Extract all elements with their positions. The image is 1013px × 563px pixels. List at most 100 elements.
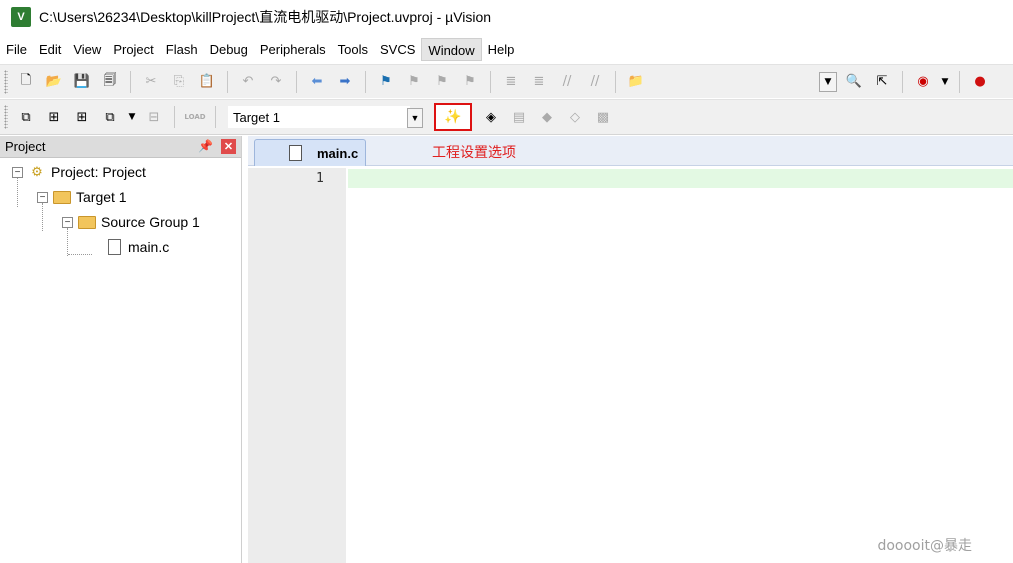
magic-wand-icon: ✨ [444, 109, 462, 125]
cut-icon[interactable]: ✂ [140, 71, 162, 93]
menu-bar: File Edit View Project Flash Debug Perip… [0, 37, 1013, 62]
menu-svcs[interactable]: SVCS [374, 38, 421, 61]
title-bar: V C:\Users\26234\Desktop\killProject\直流电… [0, 0, 1013, 34]
nav-back-icon[interactable]: ⬅ [306, 71, 328, 93]
project-panel-header: Project 📌 ✕ [0, 136, 241, 158]
tree-node-project[interactable]: − ⚙ Project: Project [12, 161, 146, 183]
debug-dropdown-icon[interactable]: ▼ [940, 71, 950, 93]
editor-tabstrip: main.c 工程设置选项 [248, 136, 1013, 166]
tree-node-label: Project: Project [51, 164, 146, 180]
toolbar-separator [959, 70, 960, 93]
line-number: 1 [316, 171, 324, 186]
options-for-target-button[interactable]: ✨ [434, 103, 472, 131]
project-panel: Project 📌 ✕ − ⚙ Project: Project − Targe… [0, 136, 242, 563]
download-load-icon[interactable]: LOAD [184, 106, 206, 128]
find-dropdown-arrow[interactable]: ▼ [819, 71, 837, 92]
toolbar-separator [490, 70, 491, 93]
toolbar-separator [365, 70, 366, 93]
incremental-find-icon[interactable]: ⇱ [871, 71, 893, 93]
menu-project[interactable]: Project [107, 38, 159, 61]
collapse-icon[interactable]: − [37, 191, 48, 203]
manage-run-time-environment-icon[interactable]: ◇ [564, 106, 586, 128]
toolbar-separator [902, 70, 903, 93]
menu-debug[interactable]: Debug [204, 38, 254, 61]
editor-area: main.c 工程设置选项 1 [248, 136, 1013, 563]
target-folder-icon [53, 189, 71, 205]
tree-node-source-group[interactable]: − Source Group 1 [62, 211, 200, 233]
pin-icon[interactable]: 📌 [198, 139, 213, 153]
menu-view[interactable]: View [67, 38, 107, 61]
toolbar-separator [615, 70, 616, 93]
toolbar-grip[interactable] [4, 105, 8, 129]
project-icon: ⚙ [31, 164, 43, 179]
save-all-icon[interactable]: 🗐 [99, 71, 121, 93]
menu-tools[interactable]: Tools [332, 38, 374, 61]
window-title: C:\Users\26234\Desktop\killProject\直流电机驱… [39, 9, 492, 25]
close-icon[interactable]: ✕ [221, 139, 236, 154]
select-software-packs-icon[interactable]: ◆ [536, 106, 558, 128]
tree-node-label: main.c [128, 239, 170, 255]
breakpoint-icon[interactable]: ● [969, 71, 991, 93]
translate-icon[interactable]: ⧉ [15, 106, 37, 128]
clear-bookmarks-icon[interactable]: ⚑ [459, 71, 481, 93]
paste-icon[interactable]: 📋 [196, 71, 218, 93]
chevron-down-icon[interactable]: ▼ [407, 108, 423, 128]
file-icon [105, 239, 123, 255]
uvision-app-icon: V [11, 7, 31, 27]
pack-installer-icon[interactable]: ▩ [592, 106, 614, 128]
open-folder-icon[interactable]: 📂 [43, 71, 65, 93]
next-bookmark-icon[interactable]: ⚑ [431, 71, 453, 93]
file-toolbar: 🗋 📂 💾 🗐 ✂ ⎘ 📋 ↶ ↷ ⬅ ➡ ⚑ ⚑ ⚑ ⚑ ≣ ≣ // // … [0, 64, 1013, 98]
prev-bookmark-icon[interactable]: ⚑ [403, 71, 425, 93]
toolbar-separator [174, 106, 175, 128]
folder-icon [78, 214, 96, 230]
copy-icon[interactable]: ⎘ [168, 71, 190, 93]
menu-flash[interactable]: Flash [160, 38, 204, 61]
manage-multi-project-icon[interactable]: ▤ [508, 106, 530, 128]
collapse-icon[interactable]: − [62, 216, 73, 228]
watermark-text: dooooit@暴走 [877, 538, 972, 554]
select-target-value: Target 1 [233, 109, 280, 125]
undo-icon[interactable]: ↶ [237, 71, 259, 93]
toolbar-separator [296, 70, 297, 93]
bookmark-icon[interactable]: ⚑ [375, 71, 397, 93]
tree-node-label: Target 1 [76, 189, 127, 205]
menu-help[interactable]: Help [482, 38, 521, 61]
stop-build-icon[interactable]: ⊟ [143, 106, 165, 128]
menu-file[interactable]: File [0, 38, 33, 61]
tree-node-file[interactable]: main.c [105, 236, 169, 258]
menu-peripherals[interactable]: Peripherals [254, 38, 332, 61]
toolbar-separator [215, 106, 216, 128]
menu-edit[interactable]: Edit [33, 38, 67, 61]
find-icon[interactable]: 🔍 [843, 71, 865, 93]
line-number-gutter [248, 168, 346, 563]
editor-tab-main-c[interactable]: main.c [254, 139, 366, 166]
comment-icon[interactable]: // [556, 71, 578, 93]
batch-build-icon[interactable]: ⧉ [99, 106, 121, 128]
toolbar-grip[interactable] [4, 69, 8, 94]
find-in-files-icon[interactable]: 📁 [625, 71, 647, 93]
tree-node-target[interactable]: − Target 1 [37, 186, 127, 208]
toolbar-separator [227, 70, 228, 93]
indent-icon[interactable]: ≣ [500, 71, 522, 93]
uncomment-icon[interactable]: // [584, 71, 606, 93]
toolbar-separator [130, 70, 131, 93]
tree-connector [68, 254, 92, 255]
debug-session-icon[interactable]: ◉ [912, 71, 934, 93]
build-toolbar: ⧉ ⊞ ⊞ ⧉ ▼ ⊟ LOAD Target 1 ▼ ✨ ◈ ▤ ◆ ◇ ▩ [0, 99, 1013, 135]
nav-forward-icon[interactable]: ➡ [334, 71, 356, 93]
save-icon[interactable]: 💾 [71, 71, 93, 93]
manage-components-icon[interactable]: ◈ [480, 106, 502, 128]
file-icon [289, 145, 302, 161]
build-icon[interactable]: ⊞ [43, 106, 65, 128]
unindent-icon[interactable]: ≣ [528, 71, 550, 93]
redo-icon[interactable]: ↷ [265, 71, 287, 93]
new-file-icon[interactable]: 🗋 [15, 71, 37, 93]
select-target-combo[interactable]: Target 1 ▼ [228, 106, 423, 128]
menu-window[interactable]: Window [421, 38, 482, 61]
rebuild-icon[interactable]: ⊞ [71, 106, 93, 128]
current-code-line[interactable] [348, 169, 1013, 188]
collapse-icon[interactable]: − [12, 166, 23, 178]
annotation-label: 工程设置选项 [432, 145, 516, 161]
batch-build-dropdown-icon[interactable]: ▼ [127, 106, 137, 128]
